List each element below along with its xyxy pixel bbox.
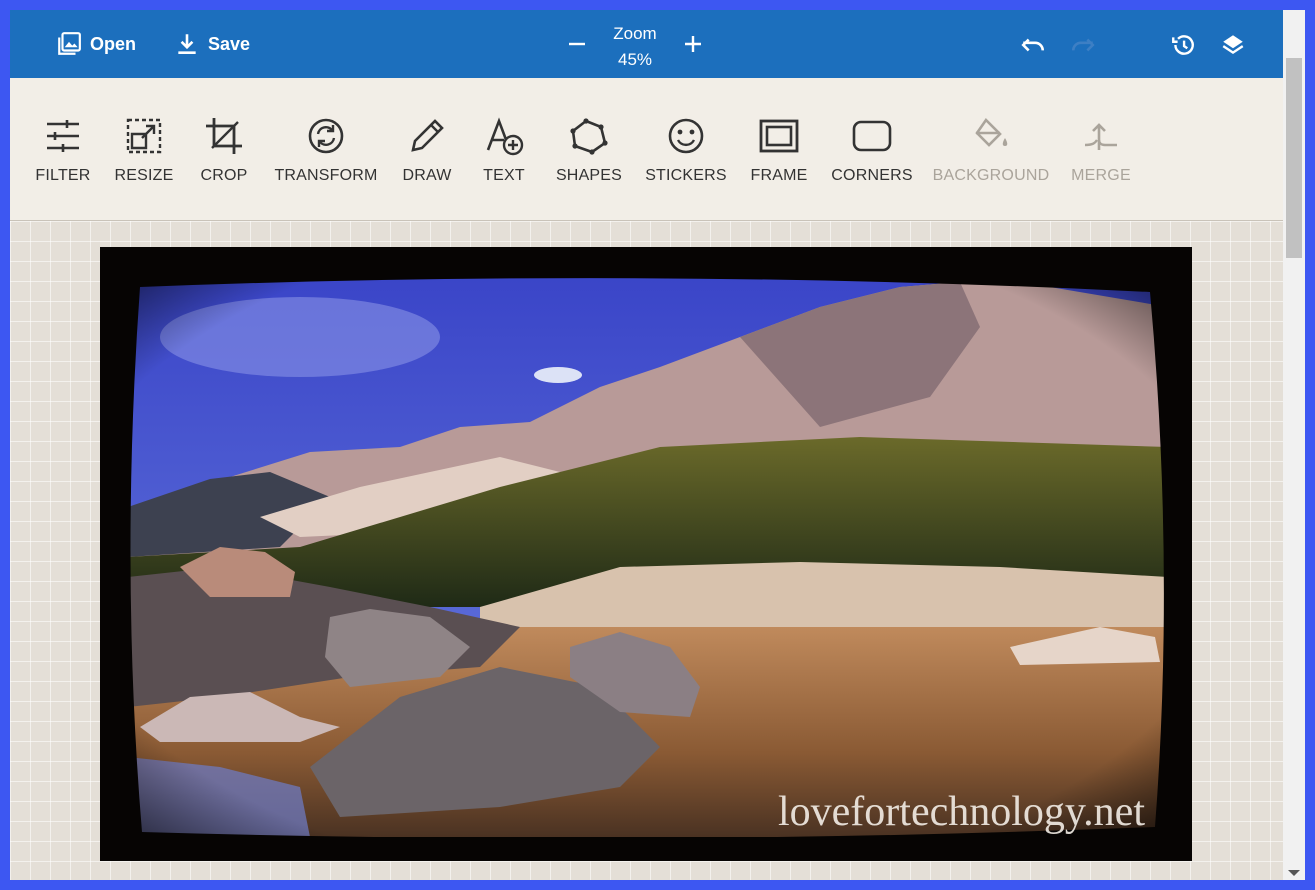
text-add-icon <box>486 117 524 156</box>
layers-icon[interactable] <box>1220 32 1246 58</box>
stickers-label: STICKERS <box>645 167 727 184</box>
resize-label: RESIZE <box>114 167 174 184</box>
draw-label: DRAW <box>402 167 452 184</box>
shapes-label: SHAPES <box>555 167 623 184</box>
watermark-text: lovefortechnology.net <box>778 789 1145 835</box>
crop-label: CROP <box>200 167 248 184</box>
shapes-tool[interactable]: SHAPES <box>556 78 622 220</box>
transform-icon <box>308 118 344 154</box>
top-bar: Open Save Zoom 45% <box>10 10 1283 78</box>
pentagon-icon <box>570 118 608 155</box>
photo-editor-app: Open Save Zoom 45% FILTER RESIZE CROP TR… <box>10 10 1305 880</box>
edited-photo[interactable]: lovefortechnology.net <box>100 247 1192 861</box>
rounded-rect-icon <box>852 120 892 152</box>
zoom-out-button[interactable] <box>565 32 589 56</box>
transform-tool[interactable]: TRANSFORM <box>274 78 378 220</box>
zoom-label: Zoom <box>613 24 657 43</box>
zoom-control: Zoom 45% <box>565 10 705 78</box>
image-icon <box>58 32 81 55</box>
vertical-scrollbar[interactable] <box>1283 10 1305 880</box>
background-tool[interactable]: BACKGROUND <box>933 78 1049 220</box>
download-icon <box>178 34 196 54</box>
resize-tool[interactable]: RESIZE <box>114 78 174 220</box>
undo-icon[interactable] <box>1020 32 1046 58</box>
transform-label: TRANSFORM <box>274 167 378 184</box>
scroll-thumb[interactable] <box>1286 58 1302 258</box>
merge-label: MERGE <box>1071 167 1131 184</box>
stickers-tool[interactable]: STICKERS <box>645 78 727 220</box>
save-button[interactable]: Save <box>174 10 250 78</box>
merge-tool[interactable]: MERGE <box>1070 78 1132 220</box>
crop-icon <box>206 118 242 154</box>
smiley-icon <box>668 118 704 154</box>
corners-label: CORNERS <box>831 167 913 184</box>
save-label: Save <box>208 33 251 54</box>
crop-tool[interactable]: CROP <box>200 78 248 220</box>
frame-tool[interactable]: FRAME <box>750 78 808 220</box>
merge-icon <box>1084 123 1117 150</box>
draw-tool[interactable]: DRAW <box>402 78 452 220</box>
tool-bar: FILTER RESIZE CROP TRANSFORM DRAW TEXT S… <box>10 78 1283 221</box>
landscape-image: lovefortechnology.net <box>100 247 1192 861</box>
redo-icon[interactable] <box>1070 32 1096 58</box>
frame-icon <box>759 119 799 153</box>
background-label: BACKGROUND <box>932 167 1050 184</box>
pencil-icon <box>411 119 444 152</box>
filter-label: FILTER <box>35 167 91 184</box>
paint-bucket-icon <box>975 117 1008 147</box>
zoom-value: 45% <box>617 50 653 69</box>
resize-icon <box>126 118 162 154</box>
open-button[interactable]: Open <box>56 10 136 78</box>
filter-tool[interactable]: FILTER <box>34 78 92 220</box>
open-label: Open <box>90 33 137 54</box>
text-label: TEXT <box>483 167 525 184</box>
sliders-icon <box>47 120 79 152</box>
corners-tool[interactable]: CORNERS <box>831 78 913 220</box>
zoom-in-button[interactable] <box>681 32 705 56</box>
frame-label: FRAME <box>750 167 808 184</box>
scroll-down-arrow-icon[interactable] <box>1288 870 1300 876</box>
history-icon[interactable] <box>1170 32 1196 58</box>
text-tool[interactable]: TEXT <box>482 78 526 220</box>
